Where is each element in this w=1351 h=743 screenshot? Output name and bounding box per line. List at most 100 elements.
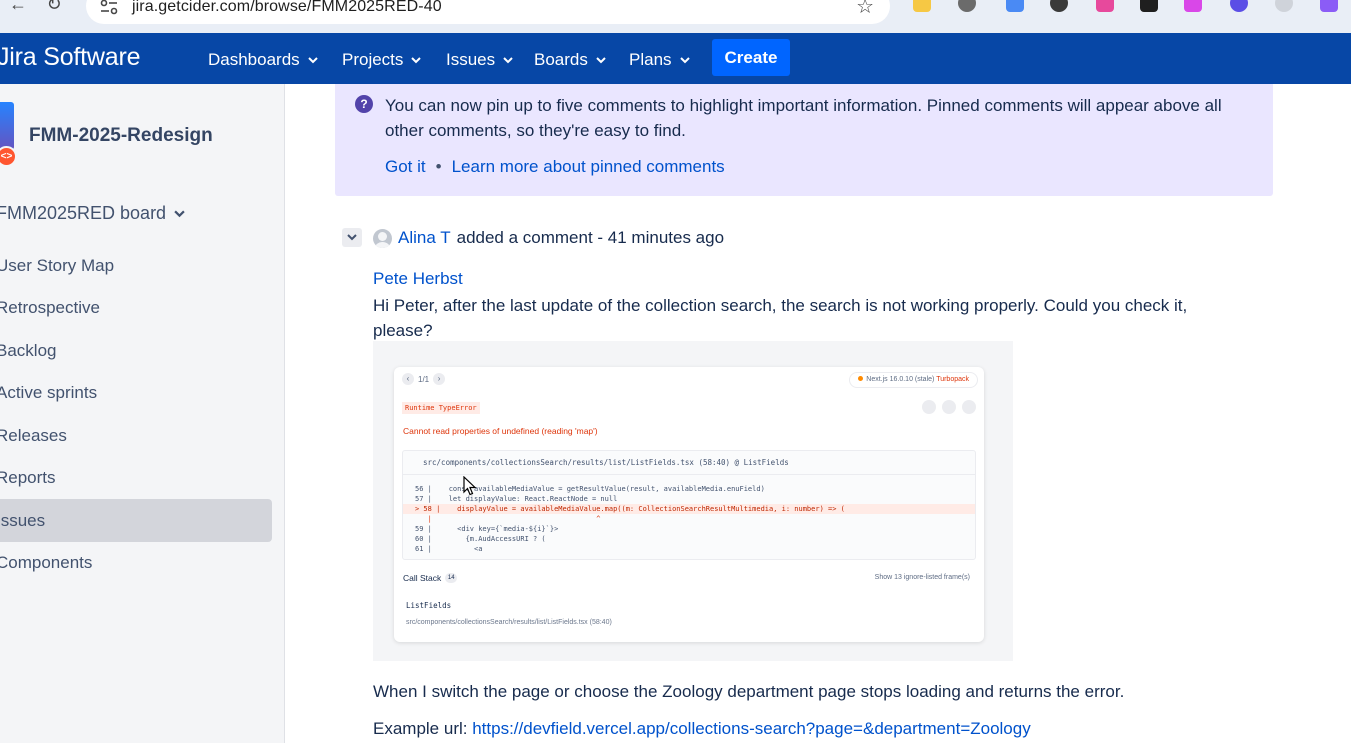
nav-label: Dashboards [208, 50, 300, 69]
attached-screenshot[interactable]: ‹ 1/1 › Next.js 16.0.10 (stale) Turbopac… [373, 341, 1013, 661]
example-url-link[interactable]: https://devfield.vercel.app/collections-… [472, 719, 1031, 738]
back-icon[interactable]: ← [8, 0, 28, 14]
extension-icon[interactable] [1320, 0, 1338, 12]
version-label: Next.js 16.0.10 (stale) [866, 376, 935, 383]
sidebar-item-label: Backlog [0, 341, 57, 360]
nav-issues[interactable]: Issues [446, 50, 513, 70]
nav-label: Projects [342, 50, 404, 69]
nav-label: Issues [446, 50, 496, 69]
sidebar-item-label: User Story Map [0, 256, 115, 275]
address-bar[interactable]: jira.getcider.com/browse/FMM2025RED-40 ☆ [86, 0, 890, 24]
frame-path: src/components/collectionsSearch/results… [406, 619, 612, 626]
sidebar-item-user-story-map[interactable]: User Story Map [0, 244, 272, 287]
extension-icon[interactable] [913, 0, 931, 12]
extension-icon[interactable] [1050, 0, 1068, 12]
extension-icon[interactable] [958, 0, 976, 12]
sidebar-item-reports[interactable]: Reports [0, 456, 272, 499]
nav-projects[interactable]: Projects [342, 50, 422, 70]
board-label: FMM2025RED board [0, 203, 167, 223]
docs-icon [942, 400, 956, 414]
overlay-actions [922, 400, 976, 414]
chevron-down-icon [307, 57, 318, 64]
code-frame: src/components/collectionsSearch/results… [402, 450, 976, 560]
chevron-down-icon [503, 57, 513, 64]
nav-label: Plans [629, 50, 672, 69]
chevron-down-icon [596, 57, 606, 64]
extension-icon[interactable] [1006, 0, 1024, 12]
version-pill: Next.js 16.0.10 (stale) Turbopack [849, 372, 978, 388]
sidebar-item-backlog[interactable]: Backlog [0, 329, 272, 372]
learn-more-link[interactable]: Learn more about pinned comments [452, 157, 725, 177]
extension-icon[interactable] [1275, 0, 1293, 12]
code-file-path: src/components/collectionsSearch/results… [403, 451, 975, 475]
bundler-label: Turbopack [936, 376, 969, 383]
url-text[interactable]: jira.getcider.com/browse/FMM2025RED-40 [132, 0, 442, 16]
user-mention[interactable]: Pete Herbst [373, 269, 463, 289]
app-logo[interactable]: Jira Software [0, 43, 140, 72]
sidebar-item-issues[interactable]: Issues [0, 499, 272, 542]
nav-dashboards[interactable]: Dashboards [208, 50, 318, 70]
sidebar-item-retrospective[interactable]: Retrospective [0, 286, 272, 329]
sidebar-item-label: Issues [0, 511, 46, 530]
code-line: 61 | <a [415, 545, 483, 553]
banner-actions: Got it • Learn more about pinned comment… [385, 157, 725, 177]
copy-icon [922, 400, 936, 414]
chevron-left-icon: ‹ [402, 373, 414, 385]
project-avatar[interactable] [0, 102, 14, 150]
code-line: 59 | <div key={`media-${i}`}> [415, 525, 559, 533]
got-it-link[interactable]: Got it [385, 157, 426, 177]
comment-text: Hi Peter, after the last update of the c… [373, 296, 1188, 340]
collapse-comment-button[interactable] [342, 228, 362, 247]
extension-icon[interactable] [1096, 0, 1114, 12]
chevron-down-icon [174, 210, 185, 218]
extension-icon[interactable] [1184, 0, 1202, 12]
sidebar-item-releases[interactable]: Releases [0, 414, 272, 457]
extension-icon[interactable] [1230, 0, 1248, 12]
comment-meta: added a comment - 41 minutes ago [456, 228, 725, 247]
show-frames-toggle: Show 13 ignore-listed frame(s) [874, 574, 970, 581]
question-icon: ? [355, 95, 373, 113]
project-sidebar: <> FMM-2025-Redesign FMM2025RED board Us… [0, 84, 285, 743]
pager-text: 1/1 [418, 374, 430, 384]
call-stack-label: Call Stack [403, 573, 442, 583]
chevron-down-icon [347, 234, 357, 241]
jira-header: Jira Software Dashboards Projects Issues… [0, 33, 1351, 84]
separator: • [435, 157, 442, 176]
error-overlay-card: ‹ 1/1 › Next.js 16.0.10 (stale) Turbopac… [394, 367, 984, 642]
user-avatar-icon[interactable] [373, 228, 392, 248]
mouse-cursor-icon [463, 476, 477, 496]
frame-name: ListFields [406, 601, 452, 610]
settings-icon [962, 400, 976, 414]
comment-header: Alina T added a comment - 41 minutes ago [373, 228, 724, 248]
error-pager: ‹ 1/1 › [402, 373, 446, 385]
comment-text-continued: When I switch the page or choose the Zoo… [373, 682, 1125, 701]
nav-boards[interactable]: Boards [534, 50, 606, 70]
chevron-right-icon: › [433, 373, 446, 385]
reload-icon[interactable]: ↻ [44, 0, 64, 14]
board-selector[interactable]: FMM2025RED board [0, 203, 185, 224]
status-dot-icon [858, 376, 864, 381]
nav-label: Boards [534, 50, 588, 69]
extension-icon[interactable] [1140, 0, 1158, 12]
sidebar-item-label: Reports [0, 468, 56, 487]
sidebar-item-label: Retrospective [0, 298, 100, 317]
star-icon[interactable]: ☆ [856, 0, 874, 19]
pinned-comments-banner: ? You can now pin up to five comments to… [335, 84, 1273, 196]
call-stack-title: Call Stack 14 [403, 573, 458, 583]
nav-plans[interactable]: Plans [629, 50, 690, 70]
banner-message: You can now pin up to five comments to h… [385, 96, 1222, 140]
chevron-down-icon [679, 57, 690, 64]
site-info-icon[interactable] [100, 0, 118, 15]
create-button[interactable]: Create [712, 39, 790, 76]
sidebar-item-active-sprints[interactable]: Active sprints [0, 371, 272, 414]
sidebar-item-components[interactable]: Components [0, 541, 272, 584]
sidebar-item-label: Releases [0, 426, 67, 445]
error-message: Cannot read properties of undefined (rea… [403, 426, 598, 436]
comment-author[interactable]: Alina T [398, 228, 451, 248]
chevron-down-icon [411, 57, 422, 64]
code-badge-icon: <> [0, 146, 17, 167]
sidebar-item-label: Components [0, 553, 93, 572]
error-type-badge: Runtime TypeError [402, 402, 480, 414]
project-name[interactable]: FMM-2025-Redesign [29, 125, 213, 147]
code-line: | ^ [415, 515, 601, 523]
